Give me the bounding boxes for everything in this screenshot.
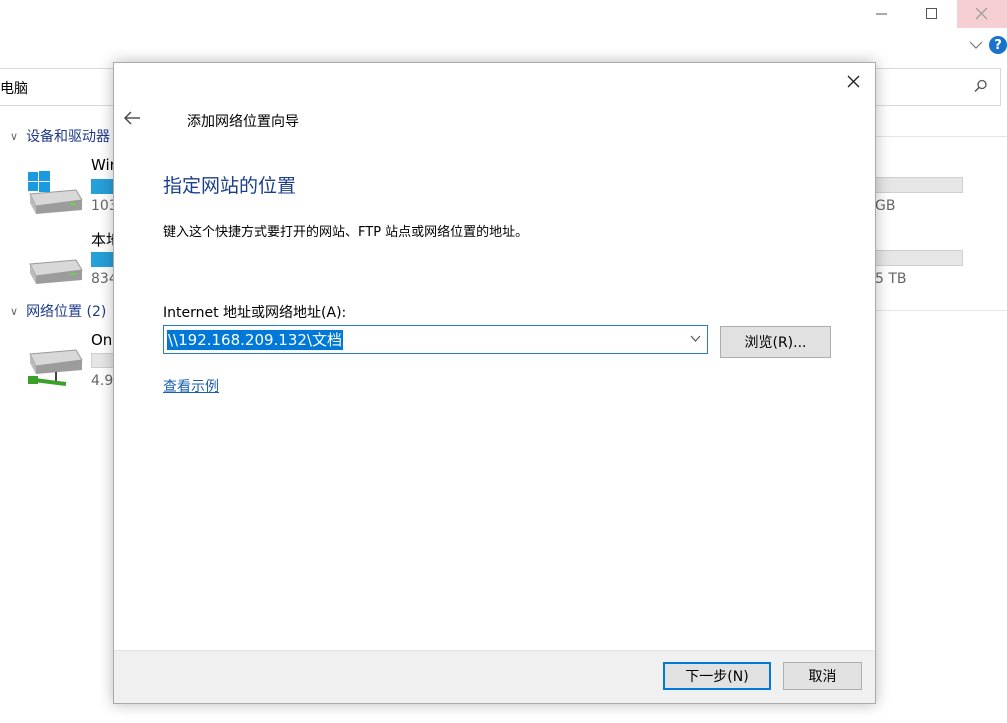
- maximize-button[interactable]: [907, 0, 957, 28]
- next-button[interactable]: 下一步(N): [663, 662, 771, 690]
- screen: ? 电脑 ∨ 设备和驱动器 Wir 103 GB 本地 834 5 TB ∨ 网…: [0, 0, 1007, 723]
- divider: [875, 136, 1007, 137]
- minimize-button[interactable]: [857, 0, 907, 28]
- close-window-button[interactable]: [957, 0, 1007, 28]
- section-network-header[interactable]: ∨ 网络位置 (2): [10, 301, 106, 321]
- address-field-label: Internet 地址或网络地址(A):: [163, 305, 347, 321]
- drive-size-right: 5 TB: [875, 271, 907, 287]
- windows-drive-icon[interactable]: [26, 170, 84, 214]
- window-controls: [857, 0, 1007, 28]
- section-devices-header[interactable]: ∨ 设备和驱动器: [10, 126, 110, 146]
- minimize-icon: [876, 13, 887, 15]
- network-drive-icon[interactable]: [26, 348, 86, 392]
- wizard-title: 添加网络位置向导: [187, 114, 299, 130]
- dialog-close-button[interactable]: [843, 71, 863, 91]
- search-icon[interactable]: [974, 79, 988, 93]
- maximize-icon: [926, 8, 937, 19]
- drive-usage-bar-right: [875, 177, 963, 193]
- browse-button[interactable]: 浏览(R)...: [720, 326, 831, 358]
- close-icon: [847, 75, 859, 87]
- view-example-link[interactable]: 查看示例: [163, 376, 219, 396]
- chevron-down-icon: ∨: [10, 129, 19, 143]
- section-devices-label: 设备和驱动器: [26, 129, 111, 145]
- chevron-down-icon: ∨: [10, 304, 19, 318]
- add-network-location-dialog: 添加网络位置向导 指定网站的位置 键入这个快捷方式要打开的网站、FTP 站点或网…: [113, 62, 876, 704]
- back-arrow-icon[interactable]: [123, 111, 143, 125]
- drive-size-right: GB: [875, 198, 896, 214]
- divider: [875, 310, 1007, 311]
- chevron-down-icon[interactable]: [969, 40, 983, 50]
- drive-size: 4.9: [91, 373, 114, 389]
- cancel-button[interactable]: 取消: [783, 662, 862, 690]
- drive-usage-bar-right: [875, 250, 963, 266]
- address-text: 电脑: [0, 81, 28, 97]
- dialog-footer: 下一步(N) 取消: [114, 650, 875, 703]
- address-combobox[interactable]: \\192.168.209.132\文档: [163, 325, 708, 354]
- section-network-label: 网络位置 (2): [26, 304, 107, 320]
- close-icon: [976, 8, 988, 20]
- page-heading: 指定网站的位置: [163, 175, 297, 197]
- page-description: 键入这个快捷方式要打开的网站、FTP 站点或网络位置的地址。: [163, 225, 529, 240]
- chevron-down-icon[interactable]: [690, 335, 701, 343]
- address-input-value[interactable]: \\192.168.209.132\文档: [167, 330, 343, 350]
- ribbon-controls: ?: [969, 36, 1007, 54]
- help-icon[interactable]: ?: [989, 36, 1007, 54]
- hard-drive-icon[interactable]: [26, 252, 84, 288]
